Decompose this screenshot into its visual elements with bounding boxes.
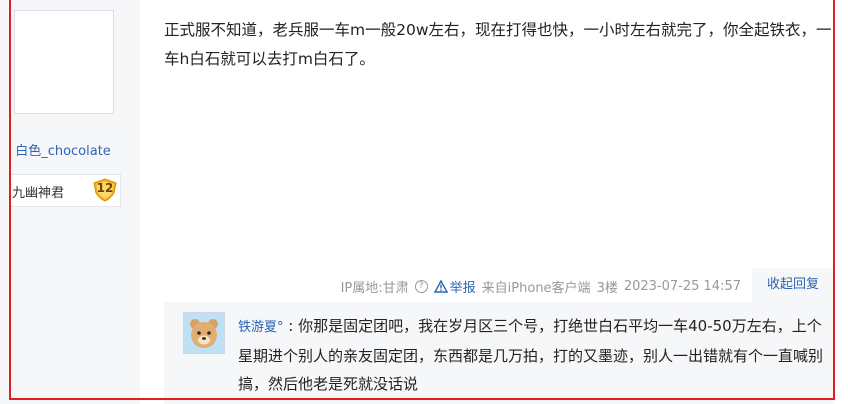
- post-timestamp: 2023-07-25 14:57: [623, 279, 741, 294]
- author-column: 白色_chocolate 九幽神君 12: [0, 0, 140, 404]
- reply-body: 你那是固定团吧，我在岁月区三个号，打绝世白石平均一车40-50万左右，上个星期进…: [238, 317, 824, 393]
- client-link[interactable]: 来自iPhone客户端: [482, 277, 591, 296]
- reply-text: 铁游夏° : 你那是固定团吧，我在岁月区三个号，打绝世白石平均一车40-50万左…: [238, 312, 830, 398]
- ip-location: IP属地:甘肃: [340, 281, 409, 296]
- author-username[interactable]: 白色_chocolate: [0, 140, 126, 159]
- reply-username[interactable]: 铁游夏°: [238, 320, 284, 335]
- shield-badge-icon: 12: [92, 178, 118, 202]
- author-badge[interactable]: 九幽神君 12: [9, 174, 121, 207]
- question-circle-icon[interactable]: ?: [414, 280, 428, 293]
- badge-level-number: 12: [96, 181, 114, 195]
- author-avatar[interactable]: [14, 10, 114, 114]
- report-button[interactable]: 举报: [433, 277, 476, 296]
- collapse-replies-button[interactable]: 收起回复: [752, 268, 834, 302]
- reply-separator: :: [288, 317, 294, 335]
- warning-triangle-icon: [433, 280, 448, 293]
- floor-number: 3楼: [596, 281, 618, 296]
- reply-area: 铁游夏° : 你那是固定团吧，我在岁月区三个号，打绝世白石平均一车40-50万左…: [164, 302, 834, 404]
- badge-name: 九幽神君: [12, 186, 65, 201]
- post-content: 正式服不知道，老兵服一车m一般20w左右，现在打得也快，一小时左右就完了，你全起…: [164, 21, 832, 68]
- post-meta: IP属地:甘肃 ? 举报 来自iPhone客户端 3楼 2023-07-25 1…: [335, 277, 741, 296]
- report-label: 举报: [449, 281, 476, 296]
- bear-avatar-icon[interactable]: [183, 312, 225, 354]
